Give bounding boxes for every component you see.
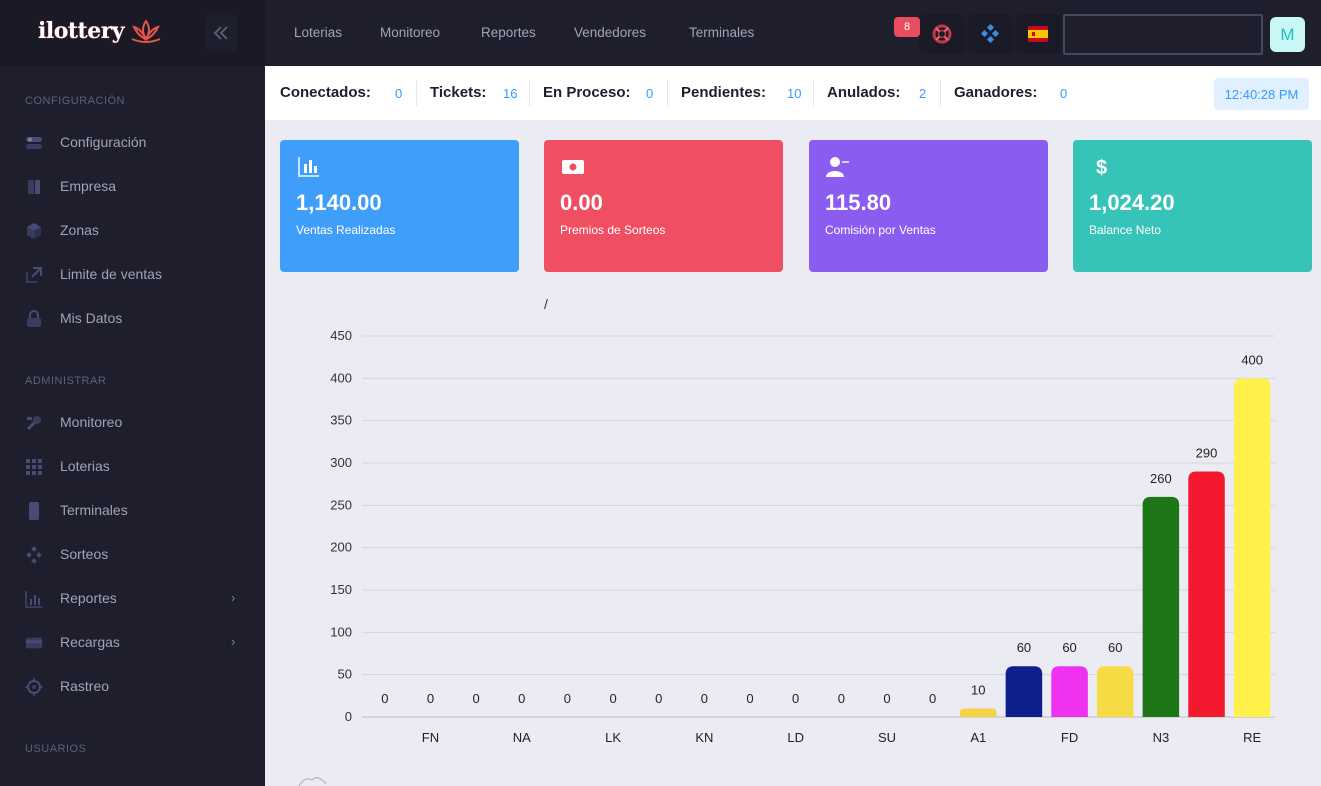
data-label: 0 [427,691,434,706]
data-label: 0 [564,691,571,706]
x-tick-label: RE [1243,730,1261,745]
data-label: 290 [1196,445,1218,460]
data-label: 0 [655,691,662,706]
data-label: 0 [473,691,480,706]
data-label: 60 [1017,640,1031,655]
data-label: 0 [701,691,708,706]
chart-bar [1005,666,1043,717]
data-label: 0 [883,691,890,706]
y-tick-label: 50 [338,667,352,682]
data-label: 10 [971,683,985,698]
chart-bar [1051,666,1088,717]
chart-bar [1188,471,1225,717]
data-label: 400 [1241,352,1263,367]
x-tick-label: FN [422,730,439,745]
data-label: 0 [518,691,525,706]
sales-bar-chart: 0501001502002503003504004500 0FN0 0NA0 0LK0… [298,328,1275,786]
chart-bar [1233,378,1271,717]
y-tick-label: 450 [330,328,352,343]
x-tick-label: FD [1061,730,1078,745]
y-tick-label: 150 [330,582,352,597]
data-label: 60 [1062,640,1076,655]
y-tick-label: 300 [330,455,352,470]
data-label: 0 [929,691,936,706]
chart-bar [960,708,997,717]
data-label: 0 [609,691,616,706]
x-tick-label: LK [605,730,621,745]
y-tick-label: 0 [345,709,352,724]
x-tick-label: KN [695,730,713,745]
x-tick-label: N3 [1153,730,1170,745]
data-label: 260 [1150,471,1172,486]
x-tick-label: LD [787,730,804,745]
chart-bar [1142,496,1180,717]
y-tick-label: 200 [330,540,352,555]
y-tick-label: 100 [330,624,352,639]
x-tick-label: NA [513,730,531,745]
y-tick-label: 400 [330,370,352,385]
decorative-glyph [298,777,327,786]
y-tick-label: 250 [330,497,352,512]
x-tick-label: SU [878,730,896,745]
data-label: 0 [381,691,388,706]
data-label: 60 [1108,640,1122,655]
data-label: 0 [746,691,753,706]
x-tick-label: A1 [970,730,986,745]
chart-bar [1096,666,1134,717]
y-tick-label: 350 [330,413,352,428]
data-label: 0 [838,691,845,706]
data-label: 0 [792,691,799,706]
